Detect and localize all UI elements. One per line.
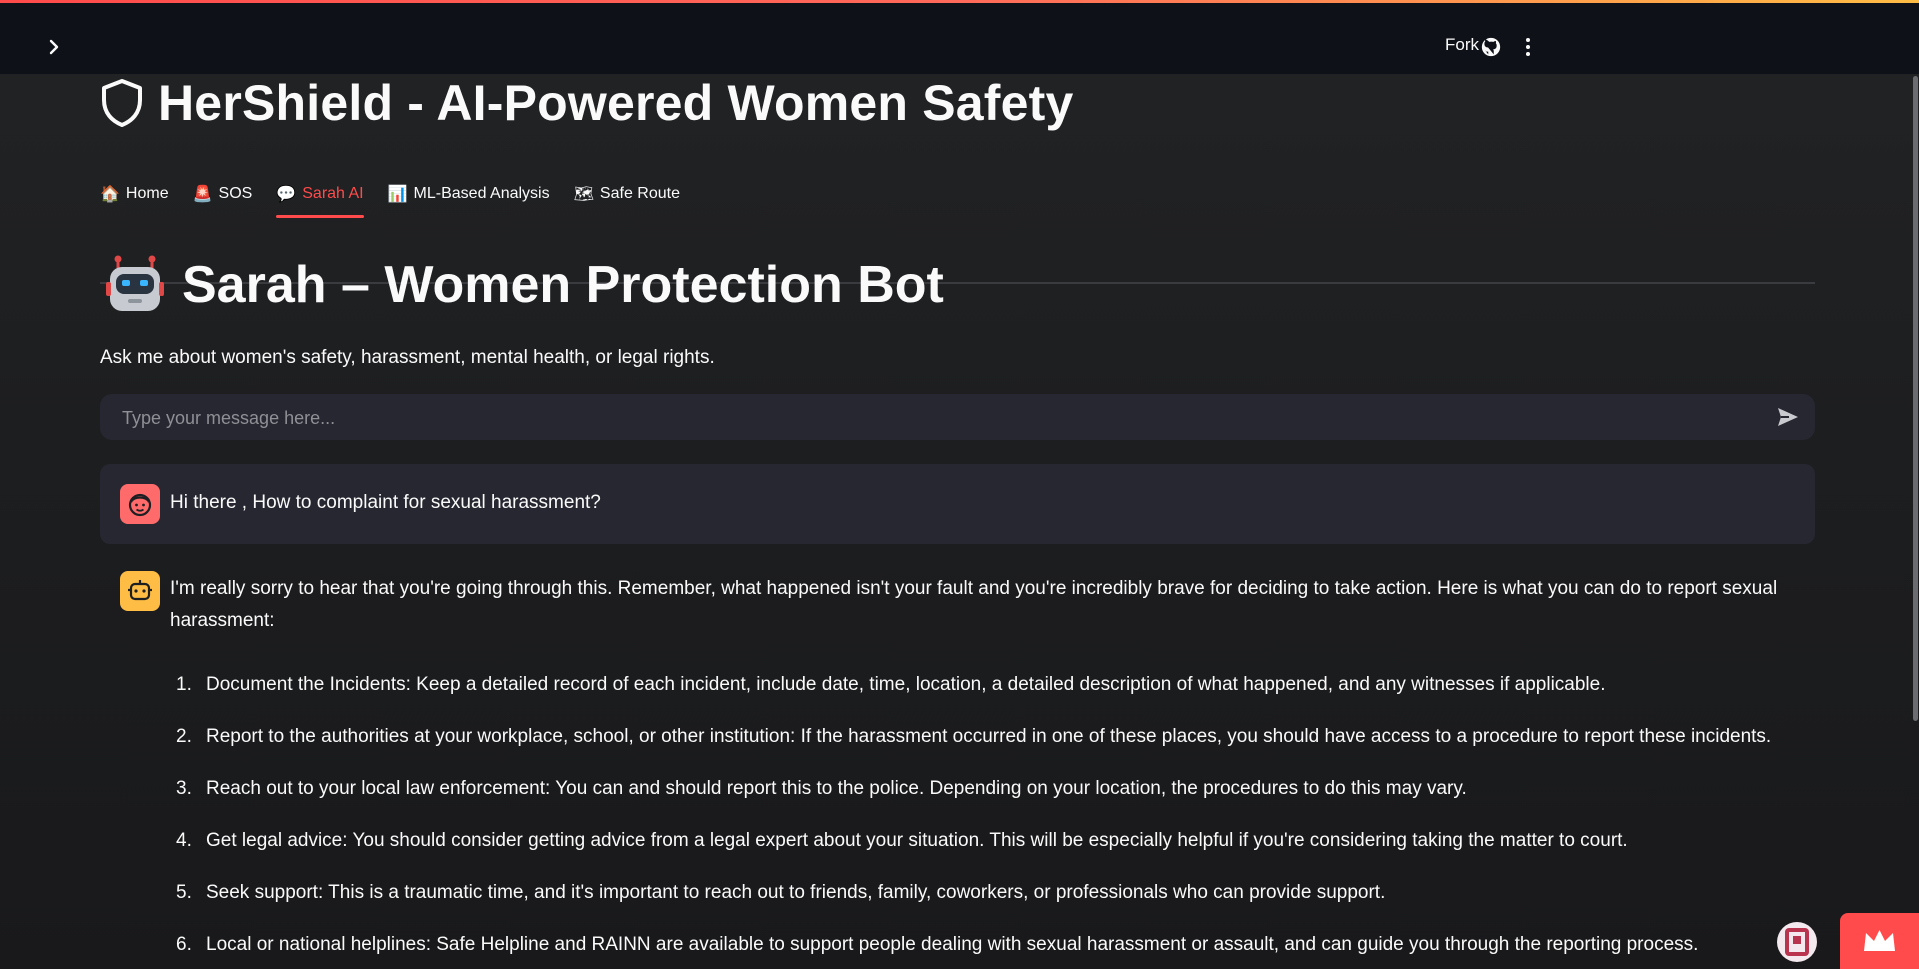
- house-icon: 🏠: [100, 186, 120, 203]
- tab-label: Sarah AI: [302, 185, 364, 202]
- list-item: 4. Get legal advice: You should consider …: [170, 825, 1780, 857]
- tab-label: SOS: [218, 185, 253, 202]
- user-avatar: [120, 484, 160, 524]
- assistant-avatar: [120, 571, 160, 611]
- assistant-message: I'm really sorry to hear that you're goi…: [100, 559, 1815, 969]
- crown-icon: [1864, 930, 1895, 951]
- world-map-icon: 🗺: [573, 186, 594, 203]
- user-message-text: Hi there , How to complaint for sexual h…: [170, 492, 601, 513]
- chat-input-container: [100, 394, 1815, 442]
- app-title-text: HerShield - AI-Powered Women Safety: [158, 75, 1074, 131]
- siren-icon: 🚨: [192, 186, 213, 203]
- list-item-text: Seek support: This is a traumatic time, …: [206, 882, 1386, 903]
- list-item-text: Get legal advice: You should consider ge…: [206, 830, 1628, 851]
- page-title: Sarah – Women Protection Bot: [104, 254, 944, 316]
- send-icon[interactable]: [1775, 404, 1801, 430]
- page-title-text: Sarah – Women Protection Bot: [182, 256, 944, 314]
- app-root: Fork HerShield - AI-Powered Women Safety…: [0, 0, 1919, 969]
- chevron-right-icon[interactable]: [44, 37, 64, 57]
- tab-sarah-ai[interactable]: 💬 Sarah AI: [276, 170, 364, 218]
- list-item: 3. Reach out to your local law enforcemen…: [170, 773, 1780, 805]
- tab-ml-analysis[interactable]: 📊 ML-Based Analysis: [388, 170, 550, 218]
- tab-label: ML-Based Analysis: [413, 185, 550, 202]
- assistant-steps-list: 1. Document the Incidents: Keep a detaile…: [170, 669, 1780, 969]
- user-message: Hi there , How to complaint for sexual h…: [100, 464, 1815, 544]
- list-number: 3.: [176, 778, 192, 799]
- tab-home[interactable]: 🏠 Home: [100, 170, 169, 218]
- list-number: 4.: [176, 830, 192, 851]
- more-vert-icon[interactable]: [1517, 36, 1539, 58]
- tab-label: Home: [125, 185, 169, 202]
- list-number: 6.: [176, 934, 192, 955]
- bot-face-icon: [128, 580, 152, 601]
- tab-safe-route[interactable]: 🗺 Safe Route: [574, 170, 680, 218]
- list-item-text: Report to the authorities at your workpl…: [206, 726, 1772, 747]
- robot-icon: [106, 255, 164, 311]
- list-item-text: Reach out to your local law enforcement:…: [206, 778, 1467, 799]
- page-subtitle: Ask me about women's safety, harassment,…: [100, 347, 715, 368]
- pixel-avatar-icon: [1785, 928, 1809, 956]
- list-item: 1. Document the Incidents: Keep a detaile…: [170, 669, 1780, 701]
- list-item: 5. Seek support: This is a traumatic time…: [170, 877, 1780, 909]
- speech-bubble-icon: 💬: [276, 186, 297, 203]
- list-item-text: Local or national helplines: Safe Helpli…: [206, 934, 1699, 955]
- tab-label: Safe Route: [599, 185, 680, 202]
- vertical-scrollbar[interactable]: [1913, 76, 1918, 721]
- fork-button[interactable]: Fork: [1445, 35, 1479, 55]
- shield-icon: [102, 79, 142, 127]
- assistant-intro-text: I'm really sorry to hear that you're goi…: [170, 578, 1778, 631]
- list-item: 2. Report to the authorities at your work…: [170, 721, 1780, 753]
- tab-sos[interactable]: 🚨 SOS: [193, 170, 253, 218]
- github-icon[interactable]: [1480, 36, 1502, 58]
- bar-chart-icon: 📊: [387, 186, 408, 203]
- app-title: HerShield - AI-Powered Women Safety: [100, 74, 1074, 132]
- list-item-text: Document the Incidents: Keep a detailed …: [206, 674, 1606, 695]
- user-face-icon: [128, 493, 152, 517]
- list-item: 6. Local or national helplines: Safe Help…: [170, 929, 1780, 961]
- list-number: 1.: [176, 674, 192, 695]
- list-number: 5.: [176, 882, 192, 903]
- chat-input[interactable]: [120, 394, 1744, 442]
- viewer-badge-avatar[interactable]: [1777, 922, 1817, 962]
- top-header: Fork: [0, 3, 1919, 74]
- list-number: 2.: [176, 726, 192, 747]
- streamlit-cloud-button[interactable]: [1840, 913, 1919, 969]
